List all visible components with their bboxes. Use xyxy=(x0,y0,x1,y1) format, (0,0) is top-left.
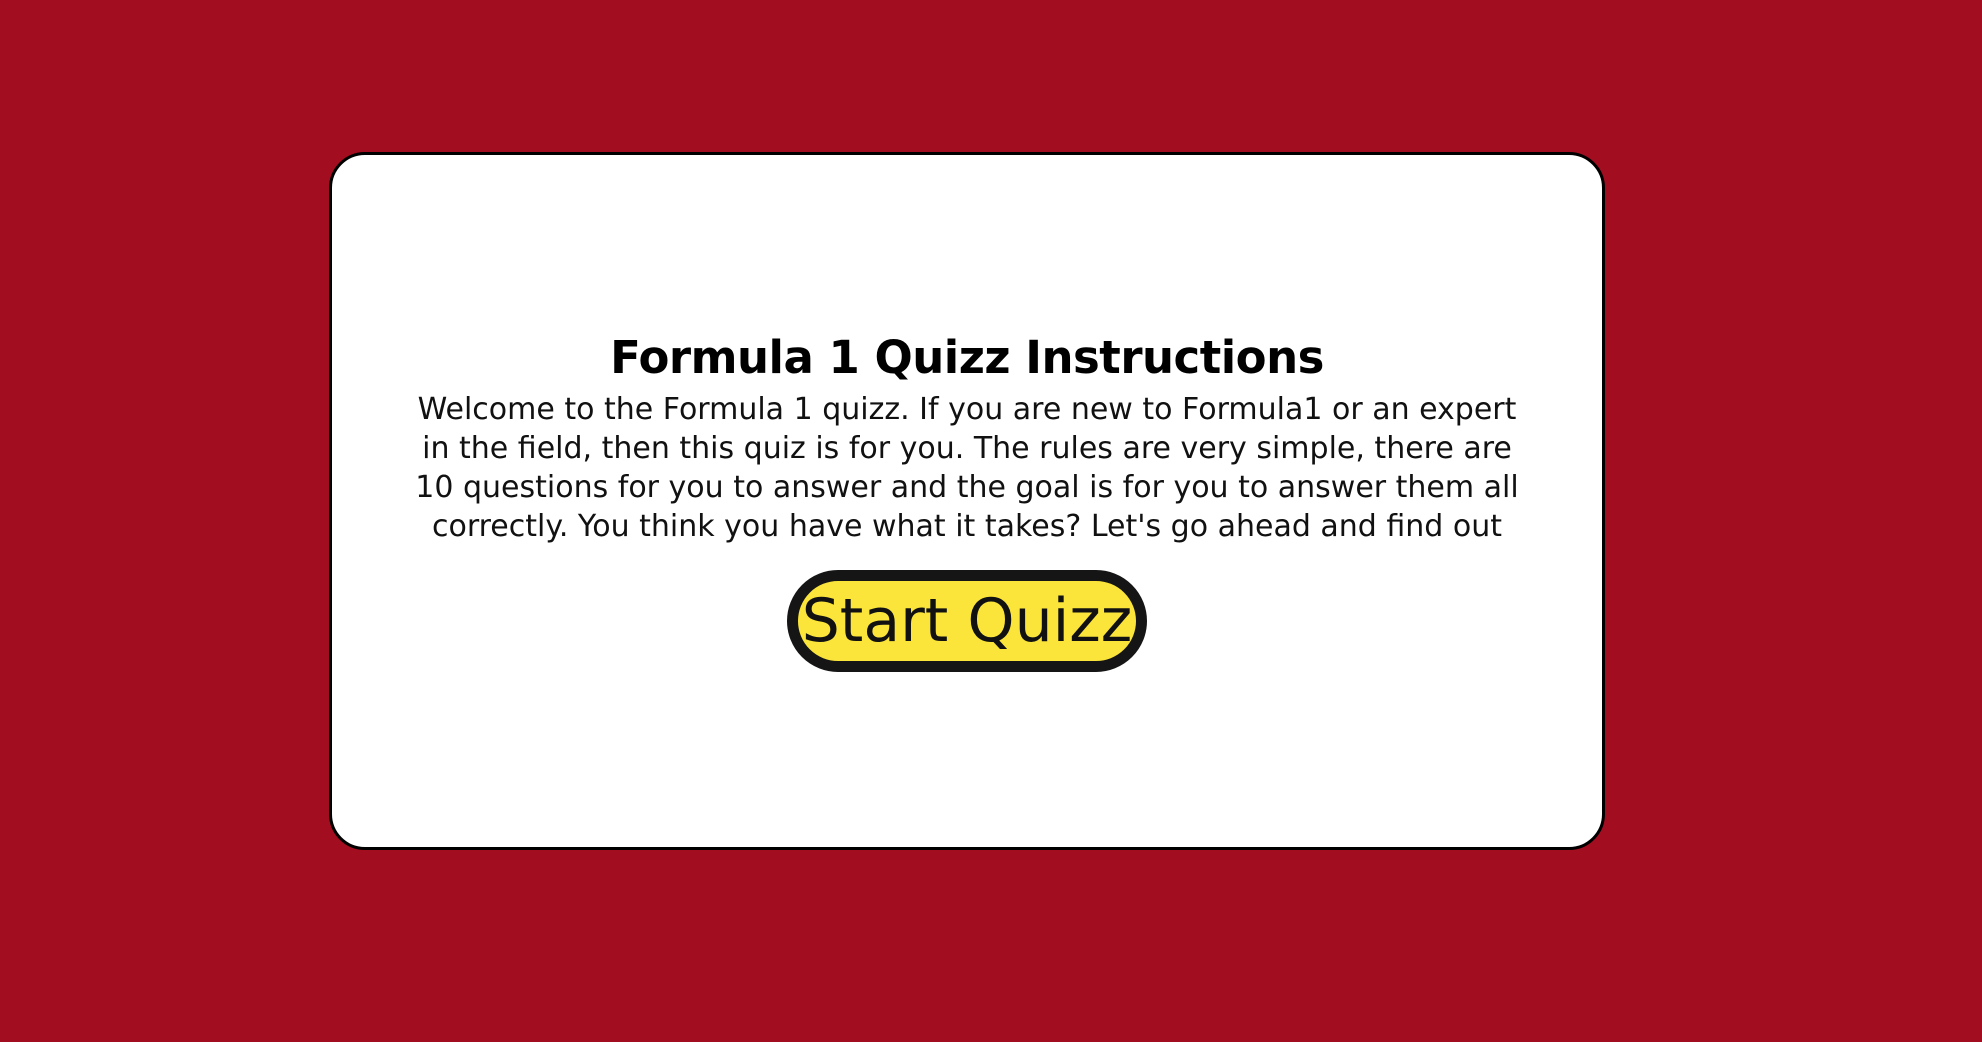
instructions-title: Formula 1 Quizz Instructions xyxy=(610,330,1324,384)
start-quiz-button[interactable]: Start Quizz xyxy=(786,569,1148,672)
instructions-text: Welcome to the Formula 1 quizz. If you a… xyxy=(415,391,1519,544)
instructions-card: Formula 1 Quizz Instructions Welcome to … xyxy=(329,152,1605,850)
